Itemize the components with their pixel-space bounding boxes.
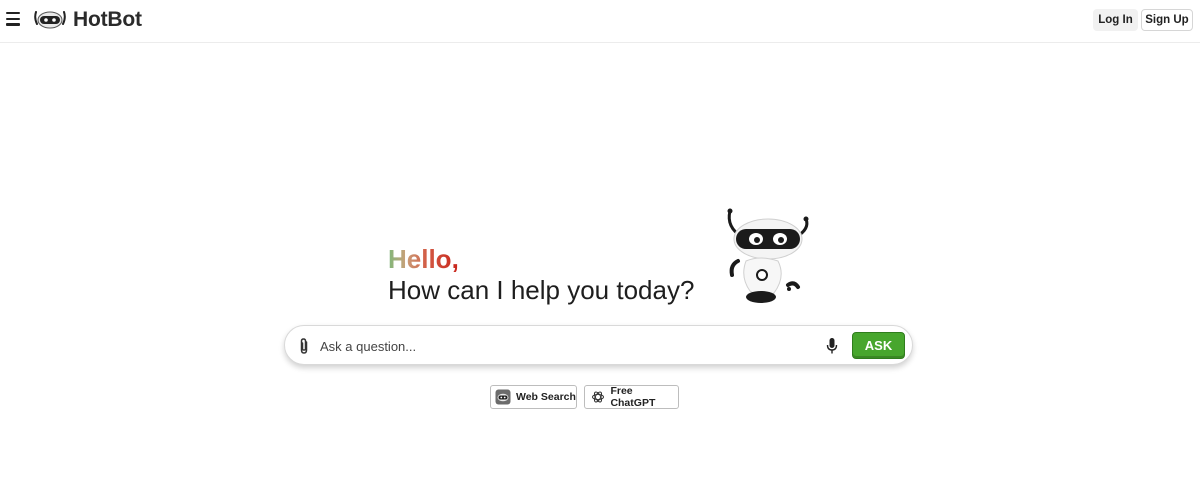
hello-heading: Hello, <box>388 244 459 274</box>
microphone-icon[interactable] <box>826 337 838 355</box>
question-input[interactable] <box>320 334 800 358</box>
robot-head-logo-icon <box>34 11 66 29</box>
search-bar: ASK <box>284 325 913 365</box>
paperclip-icon[interactable] <box>297 337 311 355</box>
signup-button[interactable]: Sign Up <box>1141 9 1193 31</box>
openai-logo-icon <box>590 389 605 405</box>
login-button[interactable]: Log In <box>1093 9 1138 31</box>
ask-button[interactable]: ASK <box>852 332 905 359</box>
web-search-label: Web Search <box>516 391 576 403</box>
top-navigation-bar: HotBot Log In Sign Up <box>0 0 1200 43</box>
robot-mascot-icon <box>727 208 809 303</box>
greeting: Hello, How can I help you today? <box>388 244 694 306</box>
web-search-button[interactable]: Web Search <box>490 385 577 409</box>
free-chatgpt-button[interactable]: Free ChatGPT <box>584 385 679 409</box>
help-subtitle: How can I help you today? <box>388 275 695 305</box>
logo-text: HotBot <box>73 8 142 31</box>
hotbot-logo[interactable]: HotBot <box>33 8 142 32</box>
hamburger-menu-icon[interactable] <box>6 12 22 28</box>
robot-head-icon <box>495 389 511 405</box>
free-chatgpt-label: Free ChatGPT <box>610 385 656 409</box>
